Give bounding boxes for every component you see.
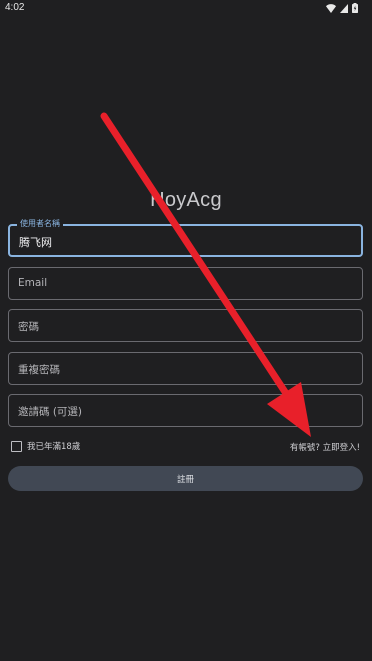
- login-link[interactable]: 有帳號? 立即登入!: [290, 441, 360, 453]
- battery-icon: [352, 3, 358, 13]
- wifi-icon: [326, 3, 336, 13]
- age-checkbox[interactable]: [11, 440, 22, 452]
- invite-code-field[interactable]: 邀請碼 (可選): [8, 394, 363, 427]
- age-checkbox-label: 我已年滿18歲: [27, 442, 81, 452]
- confirm-password-field[interactable]: 重複密碼: [8, 352, 363, 385]
- signal-icon: [340, 3, 348, 13]
- password-field[interactable]: 密碼: [8, 309, 363, 342]
- register-button[interactable]: 註冊: [8, 466, 363, 491]
- username-label: 使用者名稱: [17, 219, 63, 229]
- app-title: HoyAcg: [150, 189, 222, 211]
- invite-code-placeholder: 邀請碼 (可選): [18, 406, 83, 418]
- age-confirmation-row[interactable]: 我已年滿18歲: [11, 440, 80, 452]
- username-field[interactable]: 使用者名稱 腾飞网: [8, 219, 363, 257]
- email-field[interactable]: Email: [8, 267, 363, 300]
- status-bar: 4:02: [0, 0, 372, 18]
- password-placeholder: 密碼: [18, 321, 39, 333]
- status-time: 4:02: [5, 2, 25, 13]
- email-placeholder: Email: [18, 277, 48, 289]
- status-icons: [326, 3, 358, 13]
- username-value: 腾飞网: [19, 236, 52, 249]
- confirm-password-placeholder: 重複密碼: [18, 364, 60, 376]
